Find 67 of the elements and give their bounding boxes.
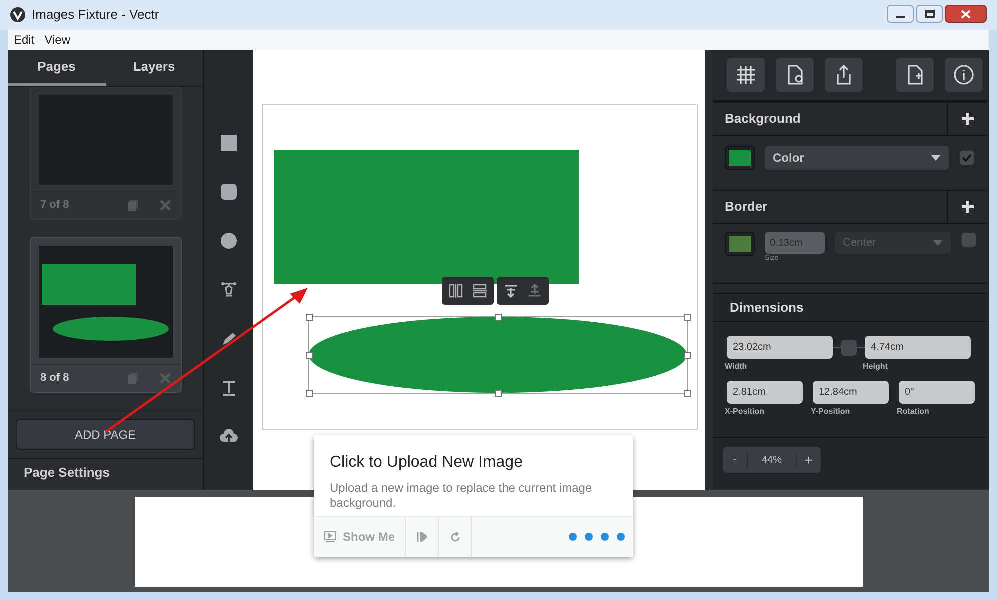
resize-handle[interactable]	[684, 352, 691, 359]
section-title: Border	[725, 198, 768, 216]
resize-handle[interactable]	[306, 352, 313, 359]
new-page-button[interactable]	[896, 58, 934, 92]
page-number: 8 of 8	[40, 371, 70, 386]
close-button[interactable]	[945, 5, 987, 23]
app-icon	[10, 7, 26, 23]
fill-type-dropdown[interactable]: Color	[765, 146, 949, 170]
plus-icon	[962, 113, 974, 125]
resize-handle[interactable]	[684, 314, 691, 321]
screen-icon	[324, 531, 337, 543]
caret-icon	[931, 155, 941, 161]
zoom-out-button[interactable]: -	[723, 447, 747, 473]
page-settings-button[interactable]	[776, 58, 814, 92]
color-swatch[interactable]	[725, 146, 755, 170]
checkmark-icon	[962, 154, 972, 162]
checkbox[interactable]	[961, 232, 977, 248]
grid-icon	[735, 64, 757, 86]
resize-handle[interactable]	[306, 390, 313, 397]
info-button[interactable]	[945, 58, 983, 92]
send-backward-icon[interactable]	[528, 284, 542, 298]
info-icon	[953, 64, 975, 86]
resize-handle[interactable]	[495, 390, 502, 397]
checkbox[interactable]	[959, 150, 975, 166]
refresh-icon	[450, 532, 461, 542]
field-label: X-Position	[725, 406, 766, 418]
dimension-field[interactable]: 23.02cm	[727, 336, 833, 359]
resize-handle[interactable]	[306, 314, 313, 321]
pen-tool-icon[interactable]	[220, 281, 238, 299]
tour-title: Click to Upload New Image	[330, 453, 524, 473]
rectangle-tool-icon[interactable]	[220, 134, 238, 152]
skip-icon	[417, 532, 428, 542]
lock-ratio-toggle[interactable]	[841, 340, 857, 356]
field-label: Rotation	[897, 406, 930, 418]
sidebar-tab[interactable]: Layers	[106, 50, 203, 86]
share-button[interactable]	[825, 58, 863, 92]
page-number: 7 of 8	[40, 198, 70, 214]
flip-horizontal-icon[interactable]	[449, 284, 463, 298]
rounded-rectangle-tool-icon[interactable]	[220, 183, 238, 201]
maximize-button[interactable]	[916, 5, 943, 23]
tour-text: Upload a new image to replace the current image background.	[330, 481, 594, 511]
section-title: Background	[725, 110, 801, 128]
dimension-field[interactable]: 2.81cm	[727, 381, 803, 404]
zoom-in-button[interactable]: +	[797, 447, 821, 473]
resize-handle[interactable]	[495, 314, 502, 321]
section-title: Dimensions	[730, 298, 804, 317]
minimize-button[interactable]	[887, 5, 914, 23]
close-icon	[961, 10, 971, 18]
menu-item[interactable]: Edit	[14, 31, 35, 49]
dimension-field[interactable]: 4.74cm	[865, 336, 971, 359]
window-title: Images Fixture - Vectr	[32, 6, 160, 24]
zoom-level: 44%	[747, 452, 797, 468]
color-swatch[interactable]	[725, 232, 755, 256]
caret-icon	[933, 240, 943, 246]
flip-vertical-icon[interactable]	[473, 284, 487, 298]
plus-icon	[962, 201, 974, 213]
dimension-field[interactable]: 12.84cm	[813, 381, 889, 404]
dimension-field[interactable]: 0°	[899, 381, 975, 404]
grid-button[interactable]	[727, 58, 765, 92]
add-page-button[interactable]: ADD PAGE	[16, 419, 195, 450]
field-label: Height	[863, 361, 889, 373]
menu-item[interactable]: View	[44, 31, 70, 49]
field-label: Width	[725, 361, 748, 373]
ellipse-tool-icon[interactable]	[220, 232, 238, 250]
resize-handle[interactable]	[684, 390, 691, 397]
bring-forward-icon[interactable]	[504, 284, 518, 298]
field-label: Y-Position	[811, 406, 852, 418]
